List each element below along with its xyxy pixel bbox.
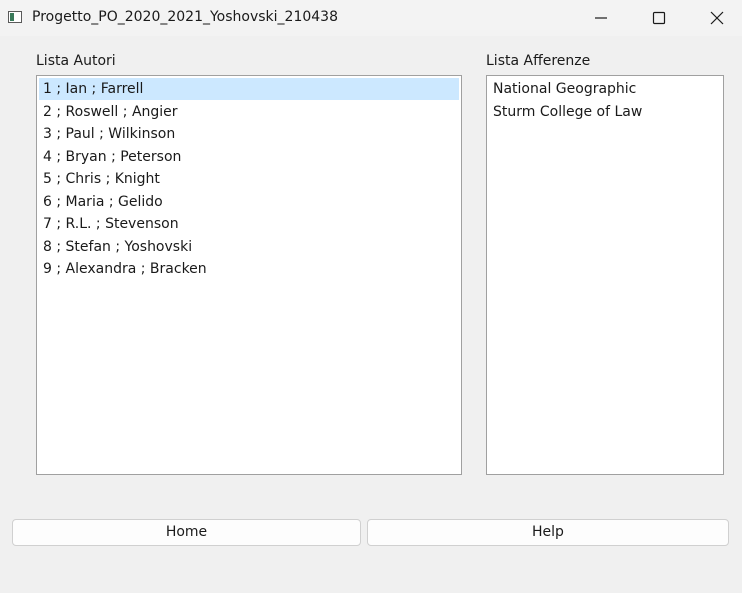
maximize-button[interactable] [630,0,688,36]
list-item[interactable]: 7 ; R.L. ; Stevenson [39,213,459,235]
list-item[interactable]: 3 ; Paul ; Wilkinson [39,123,459,145]
title-bar[interactable]: Progetto_PO_2020_2021_Yoshovski_210438 [0,0,742,36]
list-item[interactable]: 9 ; Alexandra ; Bracken [39,258,459,280]
authors-list[interactable]: 1 ; Ian ; Farrell 2 ; Roswell ; Angier 3 ;… [36,75,462,475]
close-button[interactable] [688,0,742,36]
list-item[interactable]: 5 ; Chris ; Knight [39,168,459,190]
authors-list-label: Lista Autori [36,53,116,69]
list-item[interactable]: 4 ; Bryan ; Peterson [39,146,459,168]
close-icon [710,11,724,25]
list-item[interactable]: Sturm College of Law [489,101,721,123]
help-button[interactable]: Help [367,519,729,546]
affiliations-list-label: Lista Afferenze [486,53,591,69]
list-item[interactable]: 2 ; Roswell ; Angier [39,101,459,123]
list-item[interactable]: 1 ; Ian ; Farrell [39,78,459,100]
list-item[interactable]: 8 ; Stefan ; Yoshovski [39,236,459,258]
affiliations-list[interactable]: National Geographic Sturm College of Law [486,75,724,475]
maximize-icon [652,11,666,25]
window-title: Progetto_PO_2020_2021_Yoshovski_210438 [32,9,338,25]
minimize-button[interactable] [572,0,630,36]
minimize-icon [595,17,607,19]
app-icon [8,11,22,23]
home-button[interactable]: Home [12,519,361,546]
list-item[interactable]: National Geographic [489,78,721,100]
list-item[interactable]: 6 ; Maria ; Gelido [39,191,459,213]
